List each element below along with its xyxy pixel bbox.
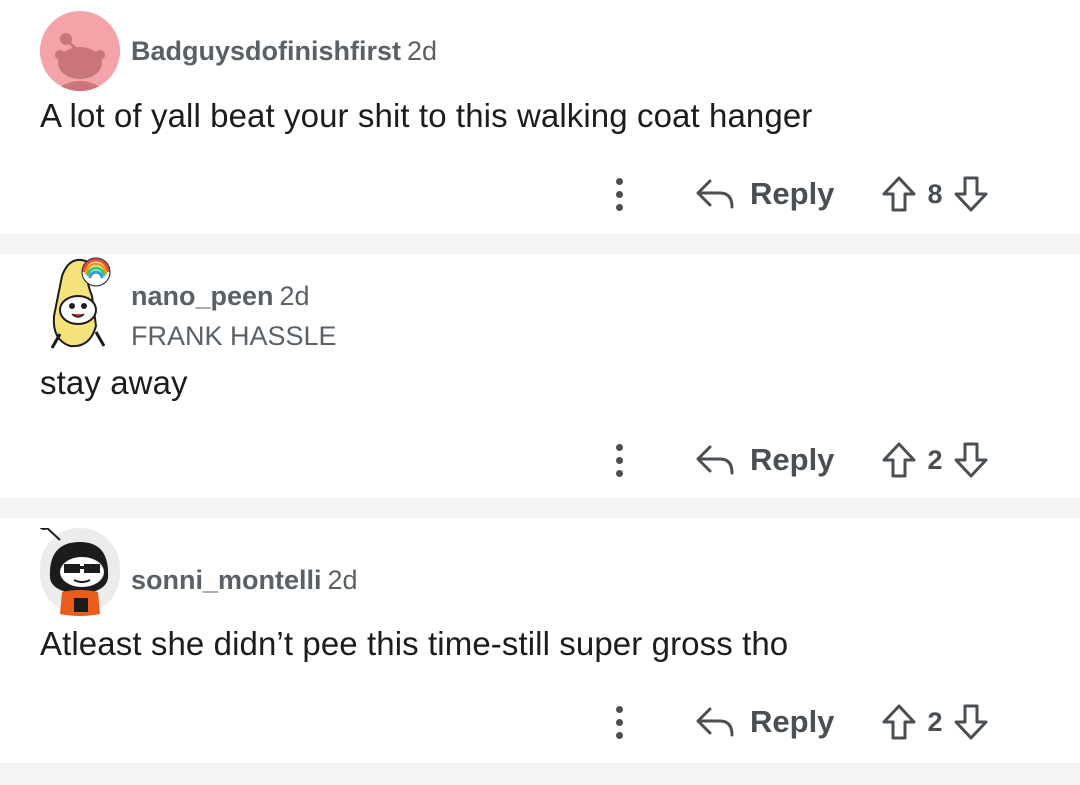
upvote-icon[interactable]	[880, 440, 918, 480]
user-flair: FRANK HASSLE	[131, 321, 337, 351]
comment-body: stay away	[40, 364, 188, 401]
vote-controls: 2	[880, 697, 990, 747]
comment-divider	[0, 234, 1080, 254]
reply-button[interactable]: Reply	[694, 169, 834, 219]
avatar[interactable]	[38, 518, 120, 616]
reply-button[interactable]: Reply	[694, 697, 834, 747]
more-options-button[interactable]	[604, 697, 634, 747]
avatar[interactable]	[40, 11, 120, 91]
comment-meta: sonni_montelli 2d	[131, 565, 358, 596]
more-vertical-icon	[615, 705, 623, 713]
banana-snoo-avatar-icon	[50, 257, 111, 349]
more-options-button[interactable]	[604, 169, 634, 219]
avatar[interactable]	[40, 256, 120, 349]
downvote-icon[interactable]	[952, 440, 990, 480]
comment-meta: nano_peen 2d	[131, 281, 310, 312]
more-vertical-icon	[615, 443, 623, 451]
upvote-icon[interactable]	[880, 702, 918, 742]
comment-body: Atleast she didn’t pee this time-still s…	[40, 625, 789, 662]
comment-divider	[0, 498, 1080, 518]
reply-arrow-icon	[696, 445, 734, 475]
comment-actions: Reply 8	[0, 169, 1080, 219]
vote-count: 2	[927, 706, 943, 737]
upvote-icon[interactable]	[880, 174, 918, 214]
reply-arrow-icon	[696, 707, 734, 737]
timestamp: 2d	[279, 281, 310, 311]
username[interactable]: nano_peen	[131, 281, 274, 311]
comment-2: nano_peen 2d FRANK HASSLE stay away Reply…	[0, 254, 1080, 498]
vote-count: 8	[927, 178, 943, 209]
hooded-snoo-avatar-icon	[38, 518, 120, 616]
comment-actions: Reply 2	[0, 697, 1080, 747]
username[interactable]: sonni_montelli	[131, 565, 322, 595]
downvote-icon[interactable]	[952, 174, 990, 214]
comment-1: Badguysdofinishfirst 2d A lot of yall bea…	[0, 0, 1080, 234]
vote-controls: 2	[880, 435, 990, 485]
reply-arrow-icon	[696, 179, 734, 209]
comment-actions: Reply 2	[0, 435, 1080, 485]
vote-controls: 8	[880, 169, 990, 219]
timestamp: 2d	[407, 36, 438, 66]
more-options-button[interactable]	[604, 435, 634, 485]
username[interactable]: Badguysdofinishfirst	[131, 36, 401, 66]
more-vertical-icon	[615, 177, 623, 185]
reply-label: Reply	[750, 176, 835, 211]
reply-label: Reply	[750, 704, 835, 739]
comment-3: sonni_montelli 2d Atleast she didn’t pee …	[0, 518, 1080, 763]
timestamp: 2d	[327, 565, 358, 595]
comment-meta: Badguysdofinishfirst 2d	[131, 36, 437, 67]
comment-body: A lot of yall beat your shit to this wal…	[40, 97, 813, 134]
downvote-icon[interactable]	[952, 702, 990, 742]
vote-count: 2	[927, 444, 943, 475]
snoo-avatar-icon	[40, 11, 120, 91]
reply-button[interactable]: Reply	[694, 435, 834, 485]
reply-label: Reply	[750, 442, 835, 477]
comment-divider	[0, 763, 1080, 785]
